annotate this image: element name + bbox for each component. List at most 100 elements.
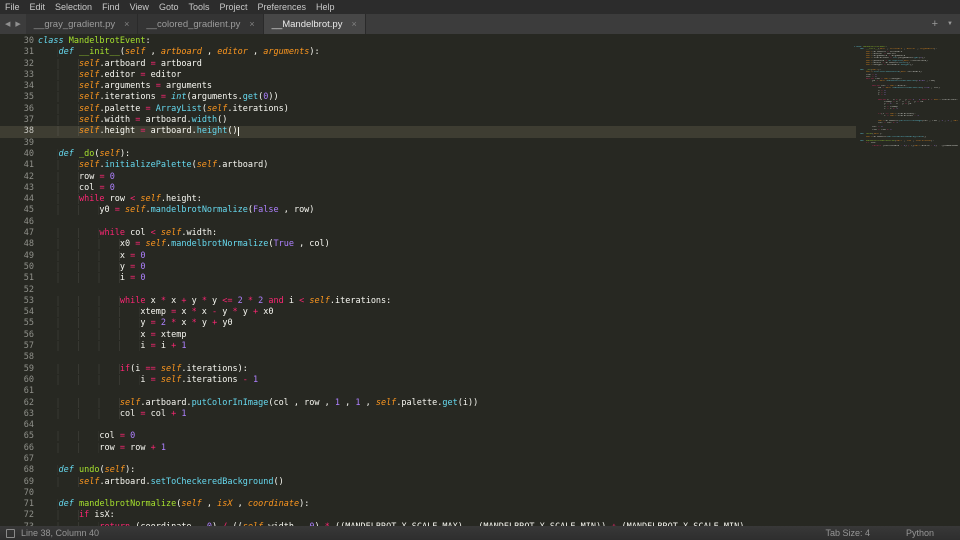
tab-close-icon[interactable]: × bbox=[249, 19, 254, 29]
code-line-47[interactable]: 47 while col < self.width: bbox=[0, 228, 856, 239]
menu-help[interactable]: Help bbox=[311, 0, 340, 14]
line-number[interactable]: 41 bbox=[0, 160, 34, 171]
code-line-41[interactable]: 41 self.initializePalette(self.artboard) bbox=[0, 160, 856, 171]
menu-view[interactable]: View bbox=[125, 0, 154, 14]
tab-__Mandelbrot.py[interactable]: __Mandelbrot.py × bbox=[263, 14, 366, 34]
line-number[interactable]: 40 bbox=[0, 149, 34, 160]
line-number[interactable]: 45 bbox=[0, 205, 34, 216]
line-number[interactable]: 53 bbox=[0, 296, 34, 307]
minimap[interactable]: class MandelbrotEvent: def __init__(self… bbox=[849, 34, 960, 526]
code-line-55[interactable]: 55 y = 2 * x * y + y0 bbox=[0, 318, 856, 329]
line-number[interactable]: 59 bbox=[0, 364, 34, 375]
code-line-38[interactable]: 38 self.height = artboard.height() bbox=[0, 126, 856, 138]
code-line-54[interactable]: 54 xtemp = x * x - y * y + x0 bbox=[0, 307, 856, 318]
line-number[interactable]: 30 bbox=[0, 36, 34, 47]
line-number[interactable]: 46 bbox=[0, 217, 34, 228]
code-line-71[interactable]: 71 def mandelbrotNormalize(self , isX , … bbox=[0, 499, 856, 510]
tab-nav-back-icon[interactable]: ◀ bbox=[4, 20, 11, 28]
line-number[interactable]: 67 bbox=[0, 454, 34, 465]
tab-__colored_gradient.py[interactable]: __colored_gradient.py × bbox=[138, 14, 264, 34]
code-line-57[interactable]: 57 i = i + 1 bbox=[0, 341, 856, 352]
code-line-72[interactable]: 72 if isX: bbox=[0, 510, 856, 521]
code-line-51[interactable]: 51 i = 0 bbox=[0, 273, 856, 284]
line-number[interactable]: 43 bbox=[0, 183, 34, 194]
code-line-62[interactable]: 62 self.artboard.putColorInImage(col , r… bbox=[0, 397, 856, 409]
line-number[interactable]: 73 bbox=[0, 522, 34, 526]
code-line-36[interactable]: 36 self.palette = ArrayList(self.iterati… bbox=[0, 103, 856, 115]
line-number[interactable]: 60 bbox=[0, 375, 34, 386]
line-number[interactable]: 38 bbox=[0, 126, 34, 137]
line-number[interactable]: 47 bbox=[0, 228, 34, 239]
line-number[interactable]: 70 bbox=[0, 488, 34, 499]
code-line-49[interactable]: 49 x = 0 bbox=[0, 250, 856, 262]
menu-tools[interactable]: Tools bbox=[183, 0, 214, 14]
code-line-53[interactable]: 53 while x * x + y * y <= 2 * 2 and i < … bbox=[0, 295, 856, 307]
code-line-60[interactable]: 60 i = self.iterations - 1 bbox=[0, 374, 856, 386]
code-line-42[interactable]: 42 row = 0 bbox=[0, 171, 856, 183]
code-line-30[interactable]: 30 class MandelbrotEvent: bbox=[0, 36, 856, 47]
tab-__gray_gradient.py[interactable]: __gray_gradient.py × bbox=[25, 14, 139, 34]
console-icon[interactable] bbox=[6, 528, 15, 538]
line-number[interactable]: 34 bbox=[0, 81, 34, 92]
tab-size-indicator[interactable]: Tab Size: 4 bbox=[825, 528, 870, 538]
code-line-33[interactable]: 33 self.editor = editor bbox=[0, 69, 856, 81]
code-line-34[interactable]: 34 self.arguments = arguments bbox=[0, 81, 856, 92]
line-number[interactable]: 42 bbox=[0, 172, 34, 183]
code-line-58[interactable]: 58 bbox=[0, 352, 856, 363]
line-number[interactable]: 39 bbox=[0, 138, 34, 149]
code-line-48[interactable]: 48 x0 = self.mandelbrotNormalize(True , … bbox=[0, 239, 856, 250]
code-line-69[interactable]: 69 self.artboard.setToCheckeredBackgroun… bbox=[0, 476, 856, 488]
code-line-46[interactable]: 46 bbox=[0, 217, 856, 228]
line-number[interactable]: 51 bbox=[0, 273, 34, 284]
line-number[interactable]: 72 bbox=[0, 510, 34, 521]
code-line-64[interactable]: 64 bbox=[0, 420, 856, 431]
line-number[interactable]: 61 bbox=[0, 386, 34, 397]
line-number[interactable]: 44 bbox=[0, 194, 34, 205]
code-line-66[interactable]: 66 row = row + 1 bbox=[0, 442, 856, 454]
menu-goto[interactable]: Goto bbox=[154, 0, 184, 14]
code-line-67[interactable]: 67 bbox=[0, 454, 856, 465]
code-line-37[interactable]: 37 self.width = artboard.width() bbox=[0, 115, 856, 126]
line-number[interactable]: 64 bbox=[0, 420, 34, 431]
code-line-68[interactable]: 68 def undo(self): bbox=[0, 465, 856, 476]
menu-edit[interactable]: Edit bbox=[25, 0, 51, 14]
tab-nav-forward-icon[interactable]: ▶ bbox=[14, 20, 21, 28]
code-line-31[interactable]: 31 def __init__(self , artboard , editor… bbox=[0, 47, 856, 58]
new-tab-icon[interactable]: + bbox=[932, 18, 938, 30]
line-number[interactable]: 69 bbox=[0, 477, 34, 488]
line-number[interactable]: 55 bbox=[0, 318, 34, 329]
line-number[interactable]: 63 bbox=[0, 409, 34, 420]
menu-project[interactable]: Project bbox=[214, 0, 252, 14]
code-line-65[interactable]: 65 col = 0 bbox=[0, 431, 856, 442]
line-number[interactable]: 31 bbox=[0, 47, 34, 58]
line-number[interactable]: 68 bbox=[0, 465, 34, 476]
line-number[interactable]: 66 bbox=[0, 443, 34, 454]
line-number[interactable]: 36 bbox=[0, 104, 34, 115]
line-number[interactable]: 32 bbox=[0, 59, 34, 70]
code-line-43[interactable]: 43 col = 0 bbox=[0, 182, 856, 194]
code-line-56[interactable]: 56 x = xtemp bbox=[0, 329, 856, 341]
menu-selection[interactable]: Selection bbox=[50, 0, 97, 14]
line-number[interactable]: 71 bbox=[0, 499, 34, 510]
code-line-32[interactable]: 32 self.artboard = artboard bbox=[0, 58, 856, 70]
code-line-59[interactable]: 59 if(i == self.iterations): bbox=[0, 363, 856, 375]
code-line-61[interactable]: 61 bbox=[0, 386, 856, 397]
menu-preferences[interactable]: Preferences bbox=[252, 0, 311, 14]
code-line-44[interactable]: 44 while row < self.height: bbox=[0, 194, 856, 205]
tab-close-icon[interactable]: × bbox=[351, 19, 356, 29]
code-line-45[interactable]: 45 y0 = self.mandelbrotNormalize(False ,… bbox=[0, 205, 856, 216]
line-number[interactable]: 33 bbox=[0, 70, 34, 81]
line-number[interactable]: 54 bbox=[0, 307, 34, 318]
code-line-40[interactable]: 40 def _do(self): bbox=[0, 148, 856, 160]
line-number[interactable]: 57 bbox=[0, 341, 34, 352]
line-number[interactable]: 37 bbox=[0, 115, 34, 126]
line-number[interactable]: 35 bbox=[0, 92, 34, 103]
line-number[interactable]: 50 bbox=[0, 262, 34, 273]
code-line-73[interactable]: 73 return (coordinate - 0) / ((self.widt… bbox=[0, 521, 856, 526]
code-line-50[interactable]: 50 y = 0 bbox=[0, 261, 856, 273]
line-number[interactable]: 65 bbox=[0, 431, 34, 442]
line-number[interactable]: 56 bbox=[0, 330, 34, 341]
code-line-63[interactable]: 63 col = col + 1 bbox=[0, 408, 856, 420]
language-indicator[interactable]: Python bbox=[906, 528, 934, 538]
code-line-39[interactable]: 39 bbox=[0, 138, 856, 149]
